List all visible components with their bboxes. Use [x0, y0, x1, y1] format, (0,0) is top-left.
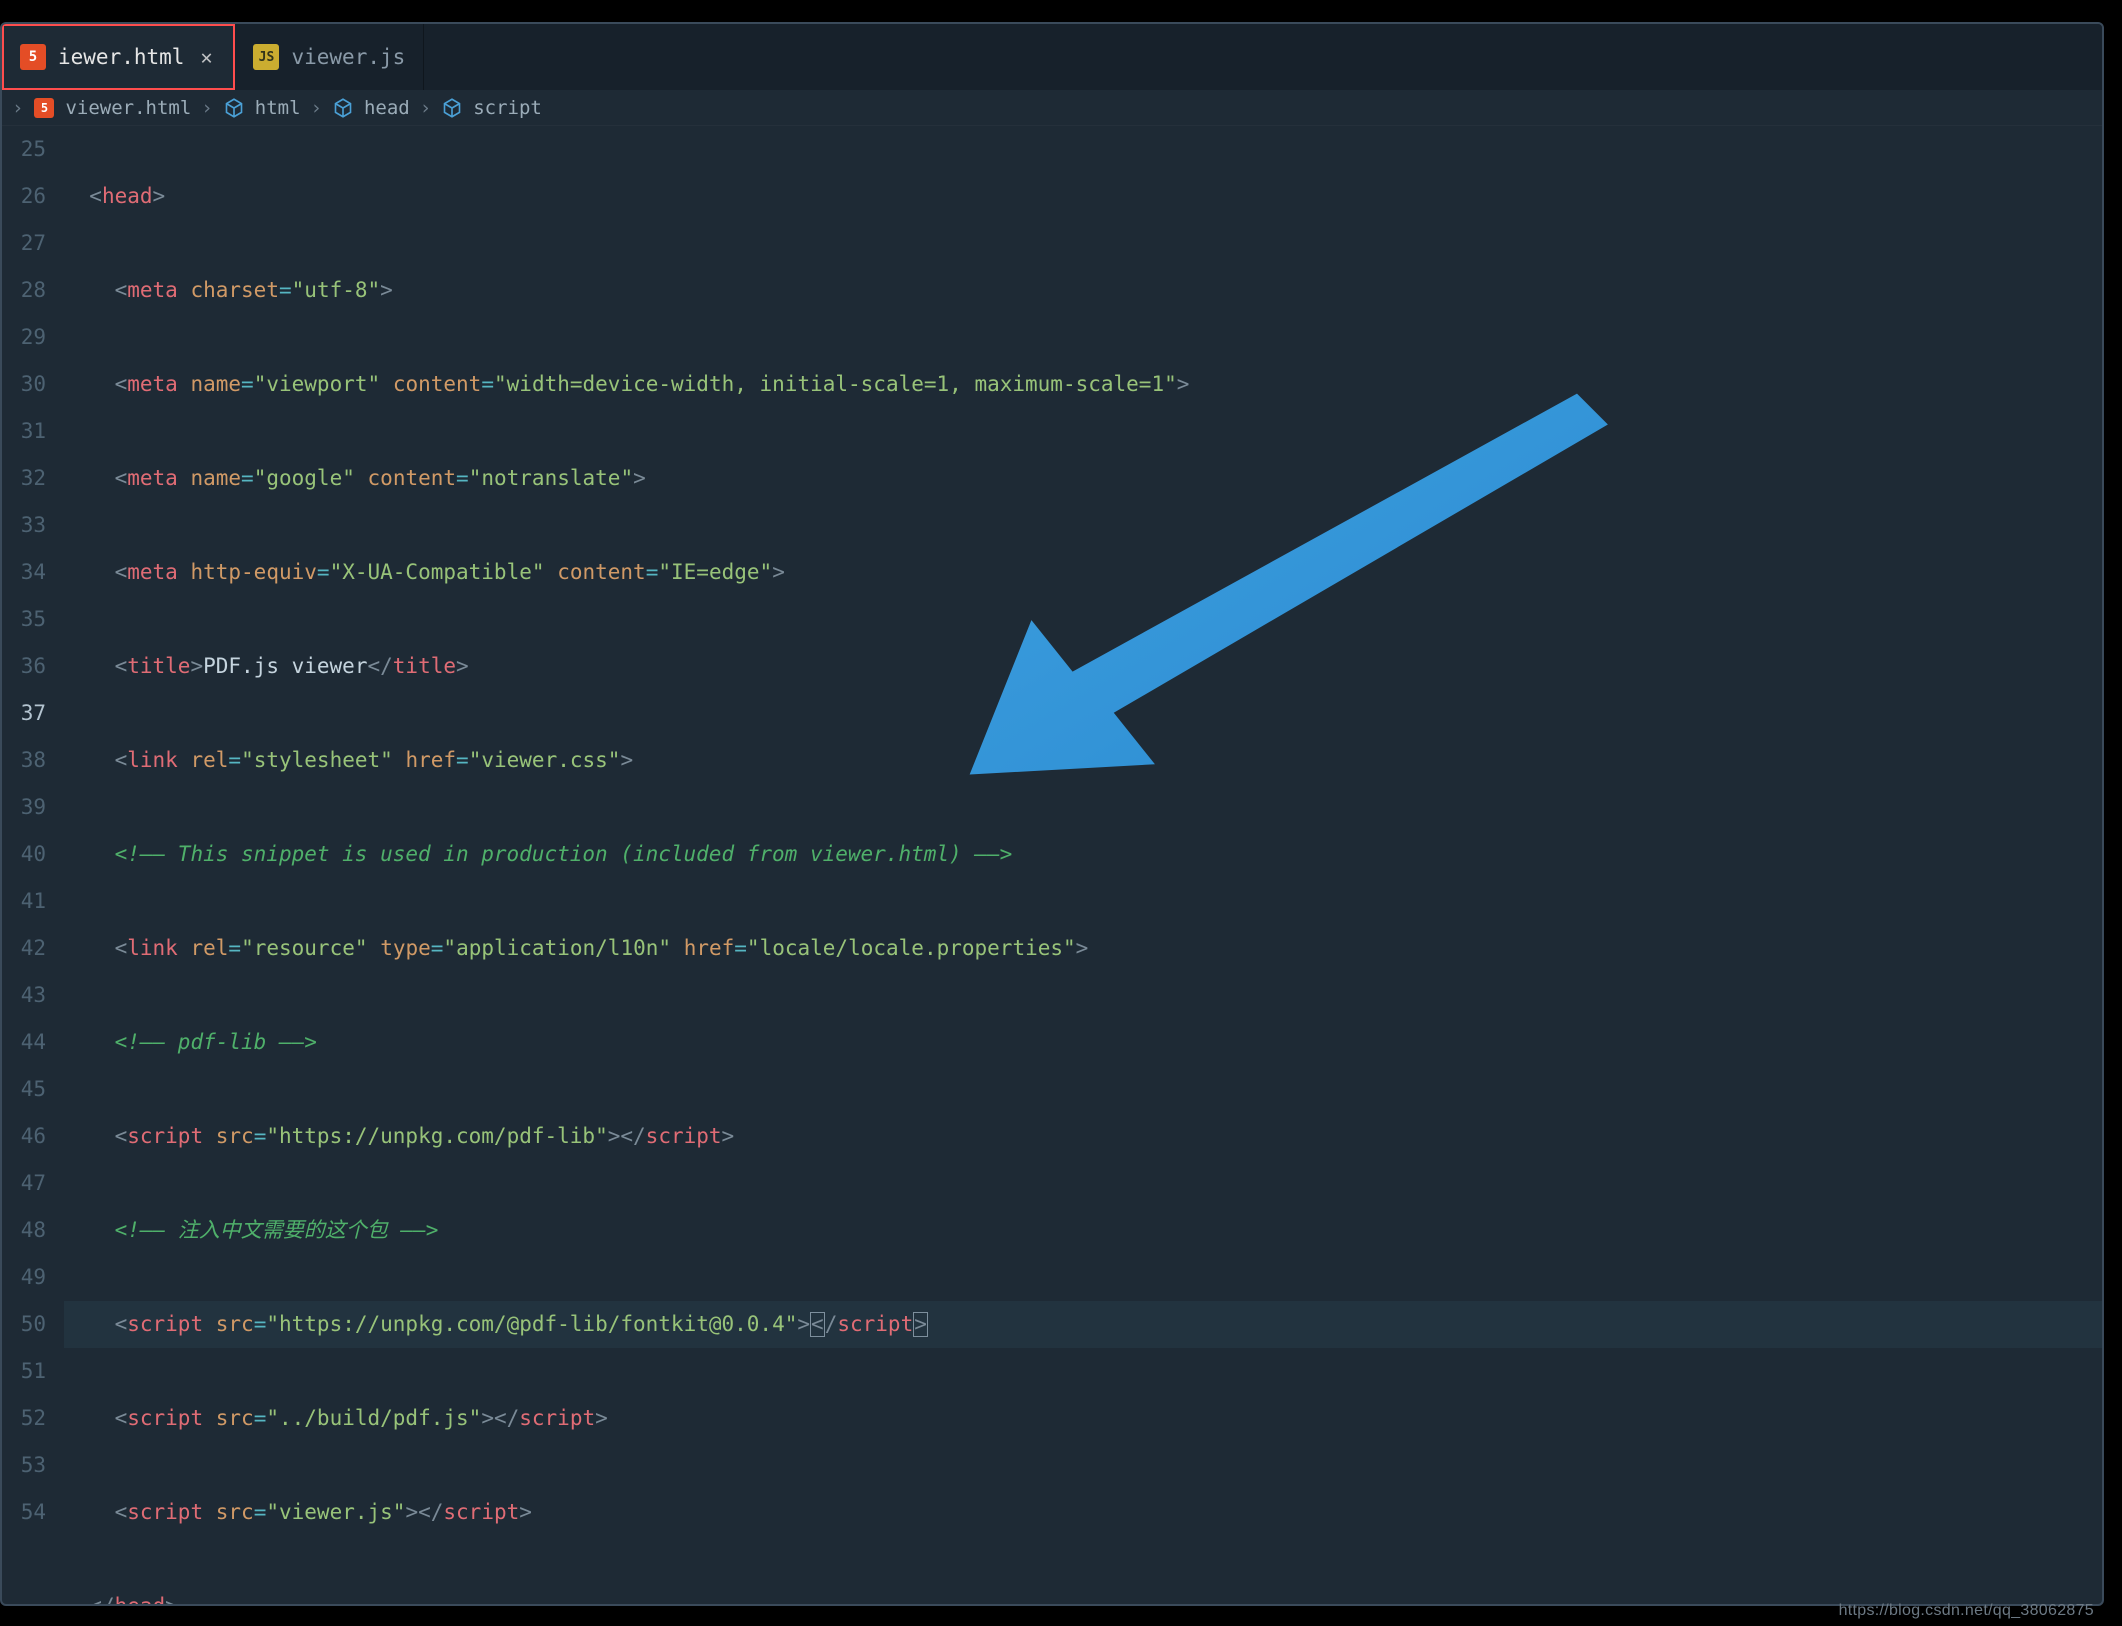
- watermark: https://blog.csdn.net/qq_38062875: [1839, 1602, 2094, 1620]
- tab-viewer-html[interactable]: 5 iewer.html ✕: [2, 24, 235, 90]
- html5-icon: 5: [20, 44, 46, 70]
- code-line: <!—— pdf-lib ——>: [64, 1019, 2102, 1066]
- breadcrumb-item[interactable]: head: [364, 97, 410, 119]
- code-line: <!—— This snippet is used in production …: [64, 831, 2102, 878]
- breadcrumb-sep: ›: [201, 97, 212, 119]
- code-line: <meta name="google" content="notranslate…: [64, 455, 2102, 502]
- code-line: <meta http-equiv="X-UA-Compatible" conte…: [64, 549, 2102, 596]
- code-line: <title>PDF.js viewer</title>: [64, 643, 2102, 690]
- code-line: <link rel="resource" type="application/l…: [64, 925, 2102, 972]
- breadcrumb-sep: ›: [12, 97, 23, 119]
- close-icon[interactable]: ✕: [196, 45, 216, 69]
- code-line: <!—— 注入中文需要的这个包 ——>: [64, 1207, 2102, 1254]
- tab-label: viewer.js: [291, 45, 405, 69]
- code-line: <meta charset="utf-8">: [64, 267, 2102, 314]
- editor-body[interactable]: 25 26 27 28 29 30 31 32 33 34 35 36 37 3…: [2, 126, 2102, 1604]
- code-line: <link rel="stylesheet" href="viewer.css"…: [64, 737, 2102, 784]
- breadcrumb-item[interactable]: viewer.html: [65, 97, 191, 119]
- breadcrumb-sep: ›: [311, 97, 322, 119]
- element-icon: [332, 97, 354, 119]
- line-number-gutter: 25 26 27 28 29 30 31 32 33 34 35 36 37 3…: [2, 126, 64, 1604]
- code-line: <script src="viewer.js"></script>: [64, 1489, 2102, 1536]
- breadcrumb-item[interactable]: script: [473, 97, 542, 119]
- tab-viewer-js[interactable]: JS viewer.js: [235, 24, 424, 90]
- code-line: <script src="../build/pdf.js"></script>: [64, 1395, 2102, 1442]
- tab-label: iewer.html: [58, 45, 184, 69]
- breadcrumb: › 5 viewer.html › html › head › script: [2, 90, 2102, 126]
- element-icon: [223, 97, 245, 119]
- html5-icon: 5: [33, 97, 55, 119]
- element-icon: [441, 97, 463, 119]
- editor-window: 5 iewer.html ✕ JS viewer.js › 5 viewer.h…: [0, 22, 2104, 1606]
- code-line: <meta name="viewport" content="width=dev…: [64, 361, 2102, 408]
- js-icon: JS: [253, 44, 279, 70]
- code-line: </head>: [64, 1583, 2102, 1606]
- code-line: <script src="https://unpkg.com/pdf-lib">…: [64, 1113, 2102, 1160]
- breadcrumb-item[interactable]: html: [255, 97, 301, 119]
- code-line: <head>: [64, 173, 2102, 220]
- code-line-active: <script src="https://unpkg.com/@pdf-lib/…: [64, 1301, 2102, 1348]
- breadcrumb-sep: ›: [420, 97, 431, 119]
- code-area[interactable]: <head> <meta charset="utf-8"> <meta name…: [64, 126, 2102, 1604]
- tab-bar: 5 iewer.html ✕ JS viewer.js: [2, 24, 2102, 90]
